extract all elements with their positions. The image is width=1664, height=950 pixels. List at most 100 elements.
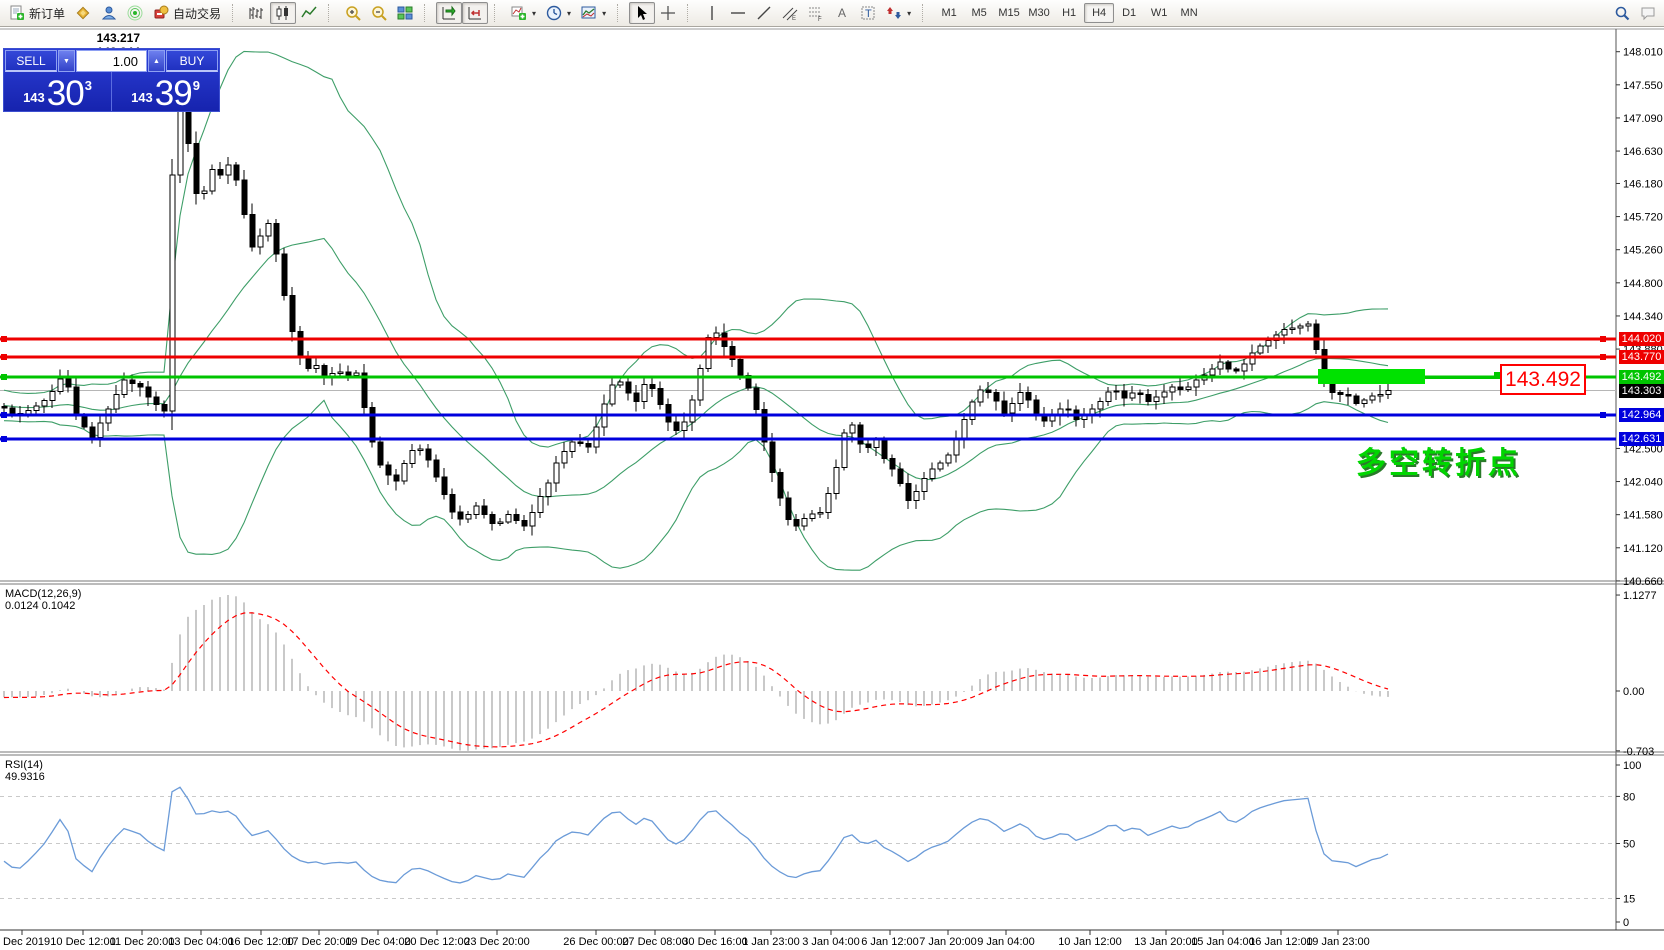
highlight-rectangle[interactable] [1318,369,1425,384]
periods-dropdown-arrow: ▾ [567,9,571,18]
crosshair-button[interactable] [655,2,681,24]
cursor-button[interactable] [629,2,655,24]
horizontal-line-button[interactable] [725,2,751,24]
callout-pointer-line [1425,376,1498,379]
search-icon[interactable] [1614,5,1630,21]
price-axis-label: 147.090 [1623,113,1663,125]
chat-icon[interactable] [1640,5,1656,21]
date-axis-label: 27 Dec 08:00 [622,936,687,948]
market-watch-button[interactable] [70,2,96,24]
date-axis-label: 20 Dec 12:00 [404,936,469,948]
sell-price[interactable]: 143 30 3 [4,72,111,111]
volume-increase-button[interactable]: ▲ [148,50,165,72]
timeframe-H1[interactable]: H1 [1054,3,1084,23]
macd-axis-label: -0.703 [1623,746,1654,758]
new-order-button[interactable]: 新订单 [4,2,70,24]
vertical-line-icon [704,5,720,21]
price-axis-label: 148.010 [1623,47,1663,59]
fibonacci-button[interactable]: F [803,2,829,24]
bollinger-bands [4,51,1388,570]
chart-shift-icon [467,5,483,21]
templates-button[interactable]: ▾ [576,2,611,24]
rsi-axis-label: 80 [1623,791,1635,803]
volume-decrease-button[interactable]: ▼ [58,50,75,72]
line-chart-button[interactable] [296,2,322,24]
auto-scroll-button[interactable] [436,2,462,24]
price-axis-label: 145.260 [1623,245,1663,257]
profile-button[interactable] [96,2,122,24]
crosshair-icon [660,5,676,21]
svg-text:F: F [818,17,822,21]
chart-canvas[interactable]: 148.010147.550147.090146.630146.180145.7… [0,27,1664,950]
price-axis-label: 146.630 [1623,146,1663,158]
svg-text:T: T [865,8,872,20]
text-label-icon: T [860,5,876,21]
tile-windows-button[interactable] [392,2,418,24]
trendline-button[interactable] [751,2,777,24]
vertical-line-button[interactable] [699,2,725,24]
new-order-label: 新订单 [29,5,65,22]
timeframe-W1[interactable]: W1 [1144,3,1174,23]
bar-chart-button[interactable] [244,2,270,24]
date-axis-label: 16 Jan 12:00 [1249,936,1313,948]
text-label-button[interactable]: T [855,2,881,24]
rsi-axis-label: 100 [1623,760,1641,772]
signals-button[interactable] [122,2,148,24]
zoom-out-button[interactable] [366,2,392,24]
periods-button[interactable]: ▾ [541,2,576,24]
price-axis-label: 142.040 [1623,477,1663,489]
volume-input[interactable]: 1.00 [76,50,147,72]
price-callout-box[interactable]: 143.492 [1500,364,1586,395]
toolbar-separator [424,4,431,22]
date-axis-label: 13 Jan 20:00 [1134,936,1198,948]
text-button[interactable]: A [829,2,855,24]
toolbar-right [1614,5,1664,21]
arrows-dropdown-arrow: ▾ [907,9,911,18]
price-tag-143.770: 143.770 [1619,350,1664,364]
profile-icon [101,5,117,21]
text-icon: A [834,5,850,21]
buy-button[interactable]: BUY [166,50,218,72]
timeframe-D1[interactable]: D1 [1114,3,1144,23]
date-axis-label: 11 Dec 20:00 [110,936,175,948]
channel-button[interactable]: E [777,2,803,24]
price-tag-142.631: 142.631 [1619,432,1664,446]
cursor-arrow-icon [634,5,650,21]
timeframe-H4[interactable]: H4 [1084,3,1114,23]
current-price-tag: 143.303 [1619,384,1664,398]
price-axis-label: 144.800 [1623,278,1663,290]
auto-trading-button[interactable]: 自动交易 [148,2,226,24]
price-tag-143.492: 143.492 [1619,370,1664,384]
trendline-icon [756,5,772,21]
cn-annotation-text[interactable]: 多空转折点 [1356,438,1521,482]
macd-label: MACD(12,26,9) 0.0124 0.1042 [5,588,81,612]
price-axis-label: 141.580 [1623,510,1663,522]
timeframe-M30[interactable]: M30 [1024,3,1054,23]
sell-price-sup: 3 [85,78,92,93]
date-axis-label: 15 Jan 04:00 [1191,936,1255,948]
toolbar-group-trade: 新订单 自动交易 [2,0,228,27]
zoom-in-button[interactable] [340,2,366,24]
sell-button[interactable]: SELL [5,50,57,72]
arrows-button[interactable]: ▾ [881,2,916,24]
timeframe-MN[interactable]: MN [1174,3,1204,23]
timeframe-M5[interactable]: M5 [964,3,994,23]
timeframe-M1[interactable]: M1 [934,3,964,23]
price-tag-144.020: 144.020 [1619,332,1664,346]
chart-shift-button[interactable] [462,2,488,24]
date-axis-label: 16 Dec 12:00 [228,936,293,948]
toolbar-separator [617,4,624,22]
indicators-button[interactable]: ▾ [506,2,541,24]
price-axis-label: 145.720 [1623,212,1663,224]
toolbar-group-chart-type [242,0,324,27]
macd-axis-label: 0.00 [1623,686,1644,698]
zoom-out-icon [371,5,387,21]
new-order-icon [9,5,25,21]
buy-price[interactable]: 143 39 9 [111,72,219,111]
timeframe-M15[interactable]: M15 [994,3,1024,23]
macd-pane [4,595,1388,751]
toolbar-group-drawing: E F A T ▾ [697,0,918,27]
bar-chart-icon [249,5,265,21]
toolbar-separator [328,4,335,22]
candlestick-chart-button[interactable] [270,2,296,24]
